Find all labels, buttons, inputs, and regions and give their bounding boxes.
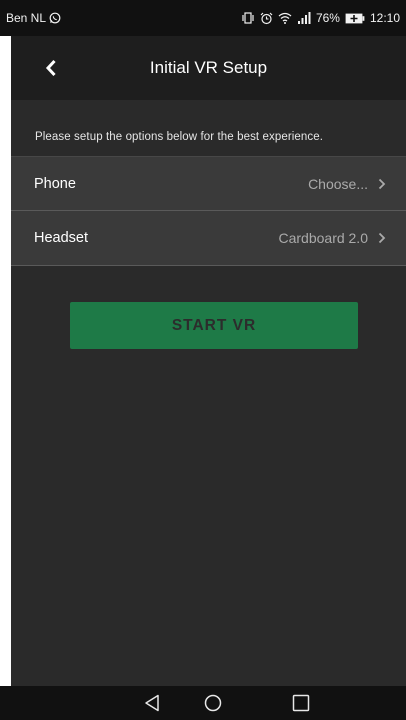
page-title: Initial VR Setup <box>149 58 268 77</box>
signal-icon <box>297 12 311 24</box>
chevron-right-icon <box>378 178 386 190</box>
option-row-headset[interactable]: Headset Cardboard 2.0 <box>11 211 406 266</box>
status-left: Ben NL <box>6 11 61 25</box>
whatsapp-icon <box>49 12 61 24</box>
chevron-right-icon <box>378 232 386 244</box>
option-label: Phone <box>34 175 76 192</box>
app-bar: Initial VR Setup <box>11 36 406 100</box>
option-value: Cardboard 2.0 <box>278 230 368 246</box>
recents-square-icon[interactable] <box>292 694 310 712</box>
navigation-bar <box>0 686 406 720</box>
start-vr-button[interactable]: START VR <box>70 302 358 349</box>
wifi-icon <box>278 12 292 24</box>
option-row-phone[interactable]: Phone Choose... <box>11 156 406 211</box>
back-triangle-icon[interactable] <box>144 694 160 712</box>
home-circle-icon[interactable] <box>204 694 222 712</box>
instructions-text: Please setup the options below for the b… <box>35 131 324 143</box>
option-value: Choose... <box>308 175 368 192</box>
status-right: 76% 12:10 <box>241 11 400 25</box>
setup-content: Please setup the options below for the b… <box>11 100 406 686</box>
status-bar: Ben NL 76% 12:10 <box>0 0 406 36</box>
phone-screen: Ben NL 76% 12:10 Initial VR Setup Please… <box>0 0 406 720</box>
carrier-name: Ben NL <box>6 11 47 25</box>
alarm-icon <box>260 12 273 25</box>
battery-percent: 76% <box>315 11 340 25</box>
vibrate-icon <box>241 12 255 24</box>
battery-charging-icon <box>345 13 365 24</box>
option-label: Headset <box>34 230 89 246</box>
clock-time: 12:10 <box>369 11 400 25</box>
